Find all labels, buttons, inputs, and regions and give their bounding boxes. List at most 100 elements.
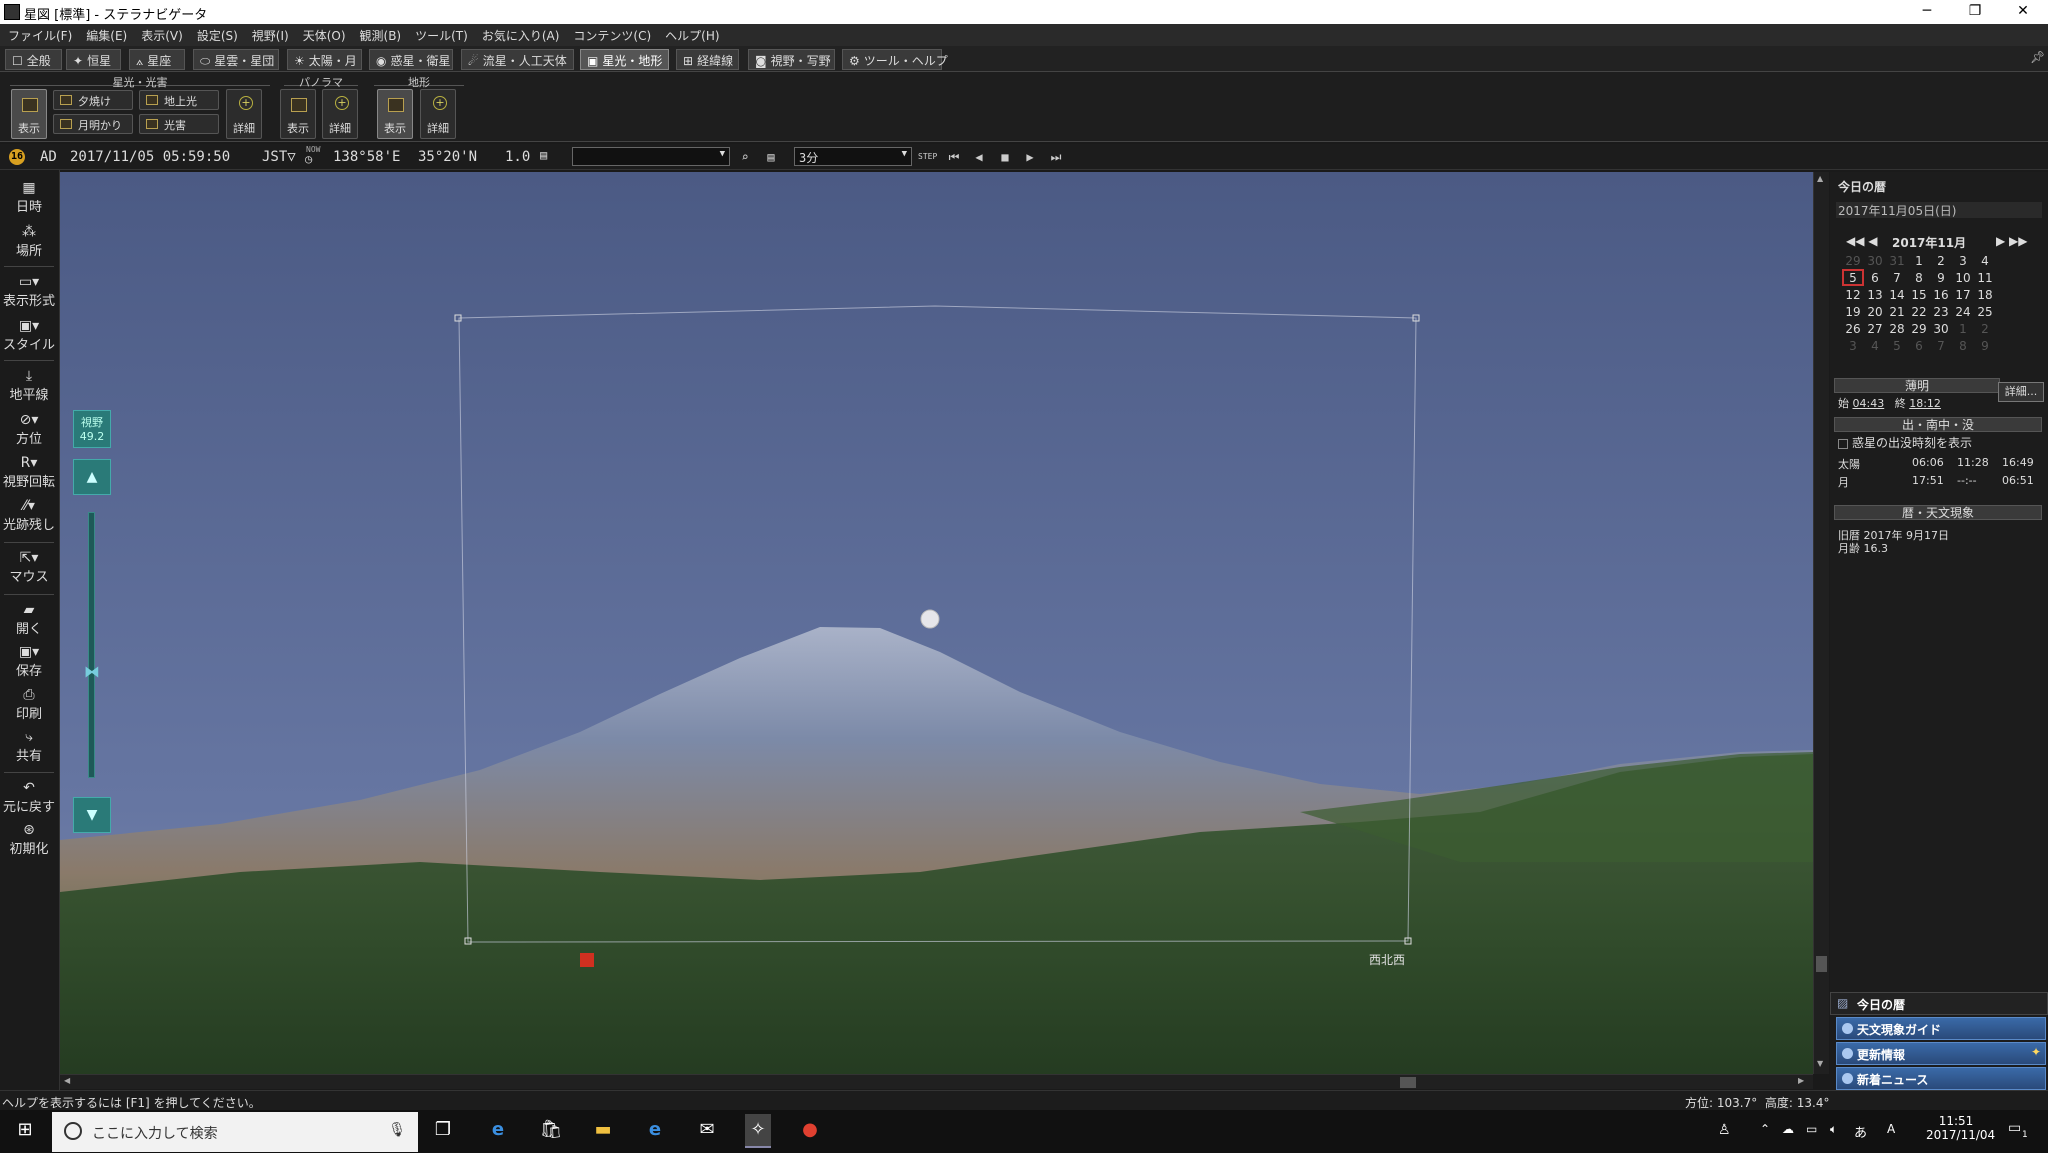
step-back-icon[interactable]: ◀	[970, 148, 988, 166]
calendar-day[interactable]: 1	[1908, 252, 1930, 269]
zoom-slider-track[interactable]	[88, 512, 95, 778]
timezone[interactable]: JST▽	[262, 149, 296, 165]
tab-tools-help[interactable]: ⚙ ツール・ヘルプ	[842, 49, 948, 70]
checkbox[interactable]	[1838, 438, 1848, 449]
skip-back-icon[interactable]: ⏮	[945, 148, 963, 166]
tab-sun-moon[interactable]: ☀ 太陽・月	[287, 49, 362, 70]
calendar-day[interactable]: 15	[1908, 286, 1930, 303]
calendar-day[interactable]: 11	[1974, 269, 1996, 286]
volume-icon[interactable]: 🔈︎	[1830, 1122, 1837, 1137]
earthshine-toggle[interactable]: 地上光	[139, 90, 219, 110]
calendar-day[interactable]: 5	[1842, 269, 1864, 286]
calendar-day[interactable]: 8	[1952, 337, 1974, 354]
calendar-day[interactable]: 29	[1842, 252, 1864, 269]
taskbar-search[interactable]: ここに入力して検索 🎙︎	[52, 1112, 418, 1152]
clock[interactable]: 11:51 2017/11/04	[1926, 1114, 1995, 1142]
terrain-detail-button[interactable]: + 詳細	[420, 89, 456, 139]
vertical-scrollbar[interactable]: ▲ ▼	[1813, 172, 1829, 1074]
menu-fov[interactable]: 視野(I)	[244, 24, 295, 44]
calendar-day[interactable]: 8	[1908, 269, 1930, 286]
calendar-day[interactable]: 23	[1930, 303, 1952, 320]
zoom-out-button[interactable]: ▼	[73, 797, 111, 833]
era-badge-icon[interactable]: 16	[9, 149, 25, 165]
tool-trails[interactable]: ⁄⁄▾ 光跡残し	[0, 498, 58, 533]
menu-objects[interactable]: 天体(O)	[295, 24, 352, 44]
ime-mode[interactable]: あ	[1854, 1122, 1867, 1141]
terrain-show-button[interactable]: 表示	[377, 89, 413, 139]
link-astro-guide[interactable]: 天文現象ガイド	[1836, 1017, 2046, 1040]
tool-direction[interactable]: ⊘▾ 方位	[0, 412, 58, 447]
link-news[interactable]: 新着ニュース	[1836, 1067, 2046, 1090]
menu-settings[interactable]: 設定(S)	[189, 24, 244, 44]
twilight-detail-button[interactable]: 詳細...	[1998, 382, 2044, 402]
step-icon[interactable]: STEP	[918, 148, 937, 166]
store-icon[interactable]: 🛍︎	[538, 1119, 564, 1143]
microphone-icon[interactable]: 🎙︎	[388, 1122, 406, 1138]
calendar-day[interactable]: 4	[1864, 337, 1886, 354]
tab-fov-camera[interactable]: ◙ 視野・写野	[748, 49, 835, 70]
tray-chevron-icon[interactable]: ⌃	[1760, 1122, 1770, 1136]
calendar-day[interactable]: 2	[1930, 252, 1952, 269]
sky-view[interactable]: 西北西 視野 49.2 ▲ ⧓ ▼	[60, 172, 1813, 1074]
tab-meteors[interactable]: ☄ 流星・人工天体	[461, 49, 574, 70]
calendar-day[interactable]: 2	[1974, 320, 1996, 337]
scroll-up-icon[interactable]: ▲	[1817, 174, 1823, 183]
horizontal-scrollbar[interactable]: ◀ ▶	[60, 1074, 1813, 1089]
calendar-day[interactable]: 25	[1974, 303, 1996, 320]
terrain-canvas[interactable]	[60, 172, 1813, 1074]
edge-icon[interactable]: e	[485, 1119, 511, 1143]
tool-datetime[interactable]: ▦ 日時	[0, 180, 58, 215]
calendar-day[interactable]: 7	[1930, 337, 1952, 354]
calendar-day[interactable]: 14	[1886, 286, 1908, 303]
light-pollution-toggle[interactable]: 光害	[139, 114, 219, 134]
network-icon[interactable]: ▭	[1806, 1122, 1817, 1136]
search-icon[interactable]: ⌕	[736, 148, 754, 166]
tab-constellations[interactable]: ⟑ 星座	[129, 49, 185, 70]
calendar-day[interactable]: 19	[1842, 303, 1864, 320]
mail-icon[interactable]: ✉	[694, 1119, 720, 1143]
menu-file[interactable]: ファイル(F)	[0, 24, 78, 44]
calendar-day[interactable]: 18	[1974, 286, 1996, 303]
stellanavigator-task-icon[interactable]: ✧	[745, 1114, 771, 1148]
menu-favorites[interactable]: お気に入り(A)	[474, 24, 566, 44]
calendar-day[interactable]: 16	[1930, 286, 1952, 303]
calendar-next-year-icon[interactable]: ▶ ▶▶	[1996, 234, 2028, 248]
menu-edit[interactable]: 編集(E)	[78, 24, 133, 44]
file-explorer-icon[interactable]: ▬	[590, 1119, 616, 1143]
calendar-day[interactable]: 1	[1952, 320, 1974, 337]
task-view-icon[interactable]: ❐	[430, 1119, 456, 1143]
starlight-show-button[interactable]: 表示	[11, 89, 47, 139]
calendar-day[interactable]: 3	[1952, 252, 1974, 269]
stop-icon[interactable]: ■	[996, 148, 1014, 166]
calendar-day[interactable]: 22	[1908, 303, 1930, 320]
fov-indicator[interactable]: 視野 49.2	[73, 410, 111, 448]
calendar-day[interactable]: 5	[1886, 337, 1908, 354]
menu-contents[interactable]: コンテンツ(C)	[565, 24, 657, 44]
scroll-right-icon[interactable]: ▶	[1798, 1076, 1804, 1085]
tool-share[interactable]: ⤷ 共有	[0, 729, 58, 764]
minimize-button[interactable]: ─	[1904, 0, 1950, 24]
time-speed[interactable]: 1.0	[505, 149, 530, 165]
tool-fov-rotate[interactable]: R▾ 視野回転	[0, 455, 58, 490]
tool-horizon[interactable]: ⤓ 地平線	[0, 368, 58, 403]
calendar-day[interactable]: 27	[1864, 320, 1886, 337]
onedrive-icon[interactable]: ☁	[1782, 1122, 1794, 1136]
calendar-prev-year-icon[interactable]: ◀◀ ◀	[1846, 234, 1878, 248]
calendar-day[interactable]: 17	[1952, 286, 1974, 303]
calendar-day[interactable]: 10	[1952, 269, 1974, 286]
calendar-day[interactable]: 6	[1864, 269, 1886, 286]
zoom-slider-handle[interactable]: ⧓	[72, 662, 112, 682]
tool-print[interactable]: ⎙ 印刷	[0, 687, 58, 722]
calendar-day[interactable]: 21	[1886, 303, 1908, 320]
keyboard-icon[interactable]: ▤	[540, 148, 547, 162]
ie-icon[interactable]: e	[642, 1119, 668, 1143]
link-today-almanac[interactable]: ▨ 今日の暦	[1830, 992, 2048, 1015]
step-select[interactable]: 3分 ▼	[794, 147, 912, 166]
scroll-left-icon[interactable]: ◀	[64, 1076, 70, 1085]
tab-nebulae[interactable]: ⬭ 星雲・星団	[193, 49, 279, 70]
zoom-in-button[interactable]: ▲	[73, 459, 111, 495]
twilight-toggle[interactable]: 夕焼け	[53, 90, 133, 110]
windows-start-icon[interactable]: ⊞	[12, 1119, 38, 1143]
scroll-thumb[interactable]	[1400, 1077, 1416, 1088]
menu-help[interactable]: ヘルプ(H)	[657, 24, 725, 44]
